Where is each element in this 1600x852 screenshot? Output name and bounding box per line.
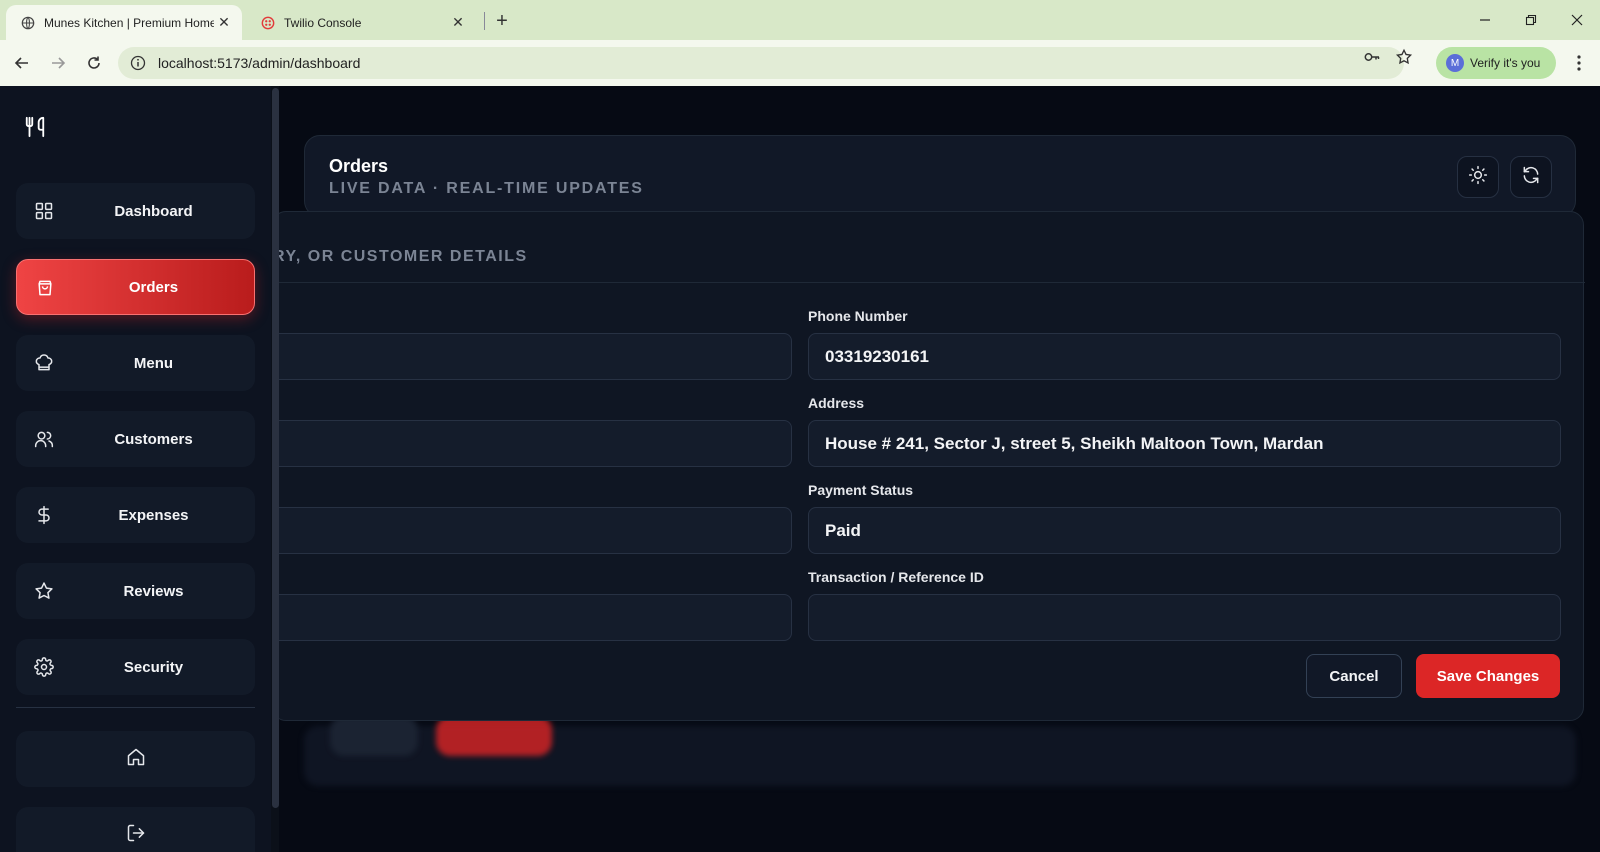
tab-title: Munes Kitchen | Premium Home [44, 15, 214, 30]
modal-subtitle: RY, OR CUSTOMER DETAILS [273, 248, 528, 265]
close-icon[interactable]: ✕ [214, 13, 234, 33]
new-tab-plus-icon[interactable]: + [490, 9, 514, 33]
cancel-button[interactable]: Cancel [1306, 654, 1402, 698]
sidebar-item-customers[interactable]: Customers [16, 411, 255, 467]
sidebar: Dashboard Orders Menu Customers Expenses [0, 86, 272, 852]
forward-arrow-icon[interactable] [46, 51, 70, 75]
home-button[interactable] [16, 731, 255, 787]
phone-input[interactable]: 03319230161 [808, 333, 1561, 380]
logout-icon [126, 823, 146, 848]
tab-title: Twilio Console [284, 15, 362, 30]
home-icon [126, 747, 146, 772]
verify-label: Verify it's you [1470, 56, 1541, 70]
minimize-icon[interactable] [1462, 0, 1508, 40]
browser-tab-munes-kitchen[interactable]: Munes Kitchen | Premium Home ✕ [6, 5, 242, 40]
shopping-bag-icon [35, 278, 55, 298]
browser-tab-twilio[interactable]: Twilio Console ✕ [250, 5, 476, 40]
sidebar-item-security[interactable]: Security [16, 639, 255, 695]
payment-method-input[interactable] [263, 594, 792, 641]
profile-avatar: M [1446, 54, 1464, 72]
modal-divider [273, 282, 1585, 283]
gear-icon [34, 657, 54, 677]
sidebar-item-dashboard[interactable]: Dashboard [16, 183, 255, 239]
payment-status-label: Payment Status [808, 482, 914, 498]
sidebar-item-expenses[interactable]: Expenses [16, 487, 255, 543]
order-status-input[interactable] [263, 507, 792, 554]
tab-separator [484, 12, 485, 30]
grid-icon [34, 201, 54, 221]
sidebar-item-menu[interactable]: Menu [16, 335, 255, 391]
star-icon [34, 581, 54, 601]
back-arrow-icon[interactable] [10, 51, 34, 75]
users-icon [34, 429, 54, 449]
sidebar-scrollbar[interactable] [271, 86, 279, 852]
admin-page: Orders LIVE DATA · REAL-TIME UPDATES RY,… [0, 86, 1600, 852]
address-label: Address [808, 395, 865, 411]
more-menu-icon[interactable] [1568, 52, 1590, 74]
verify-identity-button[interactable]: M Verify it's you [1436, 47, 1556, 79]
sidebar-item-orders[interactable]: Orders [16, 259, 255, 315]
sidebar-scroll-thumb[interactable] [272, 88, 279, 808]
reload-icon[interactable] [82, 51, 106, 75]
site-info-icon[interactable] [130, 55, 146, 71]
phone-label: Phone Number [808, 308, 908, 324]
customer-name-input[interactable] [263, 333, 792, 380]
url-text: localhost:5173/admin/dashboard [158, 55, 361, 71]
dollar-icon [34, 505, 54, 525]
fork-knife-logo-icon [24, 116, 46, 138]
payment-status-select[interactable]: Paid [808, 507, 1561, 554]
logout-button[interactable] [16, 807, 255, 852]
chef-hat-icon [34, 353, 54, 373]
password-key-icon[interactable] [1362, 47, 1382, 67]
close-icon[interactable]: ✕ [448, 13, 468, 33]
edit-order-modal: RY, OR CUSTOMER DETAILS Phone Number 033… [263, 211, 1585, 721]
restore-icon[interactable] [1508, 0, 1554, 40]
sidebar-divider [16, 707, 255, 708]
address-input[interactable]: House # 241, Sector J, street 5, Sheikh … [808, 420, 1561, 467]
browser-toolbar: localhost:5173/admin/dashboard M Verify … [0, 40, 1600, 86]
bookmark-star-icon[interactable] [1394, 47, 1414, 67]
globe-icon [20, 15, 36, 31]
twilio-icon [260, 15, 276, 31]
browser-tab-bar: Munes Kitchen | Premium Home ✕ Twilio Co… [0, 0, 1600, 40]
sidebar-item-reviews[interactable]: Reviews [16, 563, 255, 619]
email-input[interactable] [263, 420, 792, 467]
save-changes-button[interactable]: Save Changes [1416, 654, 1560, 698]
url-bar[interactable]: localhost:5173/admin/dashboard [118, 47, 1404, 79]
transaction-id-label: Transaction / Reference ID [808, 569, 984, 585]
window-close-icon[interactable] [1554, 0, 1600, 40]
transaction-id-input[interactable] [808, 594, 1561, 641]
